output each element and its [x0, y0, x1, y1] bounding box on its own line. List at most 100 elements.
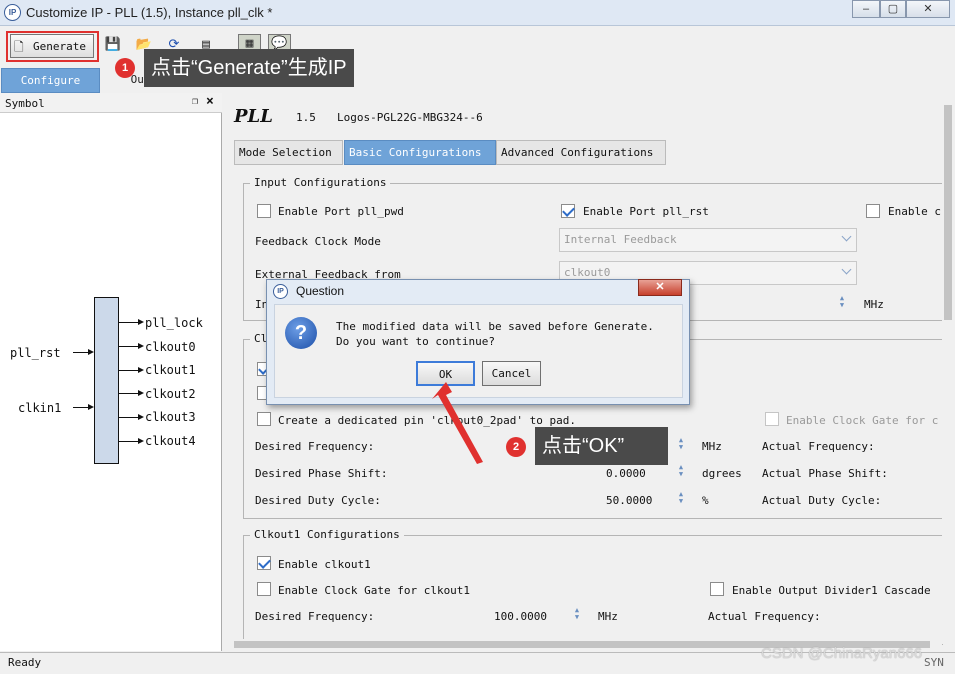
input-freq-unit: MHz [864, 298, 884, 311]
pll-symbol-block [94, 297, 119, 464]
app-icon: IP [4, 4, 21, 21]
frequency-unit: MHz [598, 610, 618, 623]
desired-duty-value[interactable]: 50.0000 [606, 494, 652, 507]
duty-unit: % [702, 494, 709, 507]
step2-badge: 2 [506, 437, 526, 457]
enable-clkout1-checkbox[interactable] [257, 556, 271, 570]
actual-frequency-label: Actual Frequency: [762, 440, 875, 453]
generate-highlight-box [6, 31, 99, 62]
pin-arrow [138, 438, 144, 444]
pll-pwd-checkbox[interactable] [257, 204, 271, 218]
actual-frequency-label: Actual Frequency: [708, 610, 821, 623]
tab-basic-configurations[interactable]: Basic Configurations [344, 140, 496, 165]
spinner-icon[interactable]: ▲ ▼ [677, 491, 685, 507]
tab-mode-selection[interactable]: Mode Selection [234, 140, 343, 165]
pin-wire [73, 407, 89, 408]
clock-gate-c-checkbox[interactable] [765, 412, 779, 426]
cancel-button[interactable]: Cancel [482, 361, 541, 386]
clock-gate-clkout1-label: Enable Clock Gate for clkout1 [278, 584, 471, 597]
spinner-icon[interactable]: ▲ ▼ [677, 464, 685, 480]
dialog-message-line2: Do you want to continue? [336, 335, 495, 348]
desired-duty-label: Desired Duty Cycle: [255, 494, 381, 507]
pll-rst-checkbox[interactable] [561, 204, 575, 218]
spinner-icon[interactable]: ▲ ▼ [677, 437, 685, 453]
pin-output-label: clkout0 [145, 340, 196, 354]
pin-wire [119, 417, 139, 418]
pin-wire [119, 370, 139, 371]
enable-clkout1-label: Enable clkout1 [278, 558, 371, 571]
question-icon: ? [285, 317, 317, 349]
desired-phase-label: Desired Phase Shift: [255, 467, 388, 480]
desired-phase-value[interactable]: 0.0000 [606, 467, 646, 480]
save-icon[interactable]: 💾 [104, 36, 122, 54]
pll-rst-label: Enable Port pll_rst [583, 205, 709, 218]
dedicated-pin-checkbox[interactable] [257, 412, 271, 426]
close-panel-icon[interactable]: × [206, 94, 214, 109]
pin-arrow [138, 414, 144, 420]
device-name: Logos-PGL22G-MBG324--6 [337, 111, 483, 124]
pin-output-label: clkout3 [145, 410, 196, 424]
dialog-app-icon: IP [273, 284, 288, 299]
pin-arrow [138, 367, 144, 373]
pin-arrow [138, 319, 144, 325]
pin-input-label: clkin1 [18, 401, 62, 415]
pin-arrow [88, 349, 94, 355]
feedback-mode-label: Feedback Clock Mode [255, 235, 381, 248]
close-window-button[interactable]: ✕ [906, 0, 950, 18]
maximize-button[interactable]: ▢ [880, 0, 906, 18]
frequency-unit: MHz [702, 440, 722, 453]
clock-gate-clkout1-checkbox[interactable] [257, 582, 271, 596]
group-title: Clkout1 Configurations [250, 528, 404, 541]
dialog-close-button[interactable]: ✕ [638, 279, 682, 296]
desired-frequency-label: Desired Frequency: [255, 610, 375, 623]
pin-input-label: pll_rst [10, 346, 61, 360]
feedback-mode-value: Internal Feedback [564, 233, 677, 246]
dialog-title: Question [296, 284, 345, 298]
dedicated-pin-label: Create a dedicated pin 'clkout0_2pad' to… [278, 414, 577, 427]
desired-frequency-label: Desired Frequency: [255, 440, 375, 453]
chevron-down-icon [841, 264, 852, 275]
spinner-icon[interactable]: ▲ ▼ [573, 607, 581, 623]
pin-output-label: clkout2 [145, 387, 196, 401]
pin-wire [73, 352, 89, 353]
ok-button[interactable]: OK [416, 361, 475, 386]
tab-configure[interactable]: Configure [1, 68, 100, 93]
output-divider-checkbox[interactable] [710, 582, 724, 596]
pin-output-label: clkout1 [145, 363, 196, 377]
actual-phase-label: Actual Phase Shift: [762, 467, 888, 480]
float-panel-icon[interactable]: ❐ [192, 96, 198, 107]
output-divider-label: Enable Output Divider1 Cascade [732, 584, 931, 597]
dialog-message-line1: The modified data will be saved before G… [336, 320, 654, 333]
pin-wire [119, 346, 139, 347]
enable-c-label: Enable c [888, 205, 941, 218]
phase-unit: dgrees [702, 467, 742, 480]
tab-advanced-configurations[interactable]: Advanced Configurations [496, 140, 666, 165]
pin-wire [119, 393, 139, 394]
step1-callout: 点击“Generate”生成IP [144, 49, 354, 87]
status-text: Ready [8, 656, 42, 669]
pin-output-label: clkout4 [145, 434, 196, 448]
pin-arrow [138, 390, 144, 396]
dialog-body [274, 304, 683, 398]
watermark: CSDN @ChinaRyan666 [761, 645, 923, 662]
step2-callout: 点击“OK” [535, 427, 668, 465]
minimize-button[interactable]: – [852, 0, 880, 18]
feedback-mode-select[interactable]: Internal Feedback [559, 228, 857, 252]
page-title: PLL [234, 106, 273, 127]
desired-frequency-value[interactable]: 100.0000 [494, 610, 547, 623]
pin-arrow [138, 343, 144, 349]
symbol-title: Symbol [5, 97, 45, 110]
window-title: Customize IP - PLL (1.5), Instance pll_c… [26, 5, 273, 20]
enable-c-checkbox[interactable] [866, 204, 880, 218]
pin-wire [119, 441, 139, 442]
clock-gate-c-label: Enable Clock Gate for c [786, 414, 939, 427]
vertical-scroll-thumb[interactable] [944, 105, 952, 320]
pll-pwd-label: Enable Port pll_pwd [278, 205, 404, 218]
chevron-down-icon [841, 231, 852, 242]
spinner-icon[interactable]: ▲ ▼ [838, 295, 846, 311]
actual-duty-label: Actual Duty Cycle: [762, 494, 882, 507]
step1-badge: 1 [115, 58, 135, 78]
status-syn: SYN [924, 656, 944, 669]
pin-wire [119, 322, 139, 323]
ext-feedback-value: clkout0 [564, 266, 611, 279]
